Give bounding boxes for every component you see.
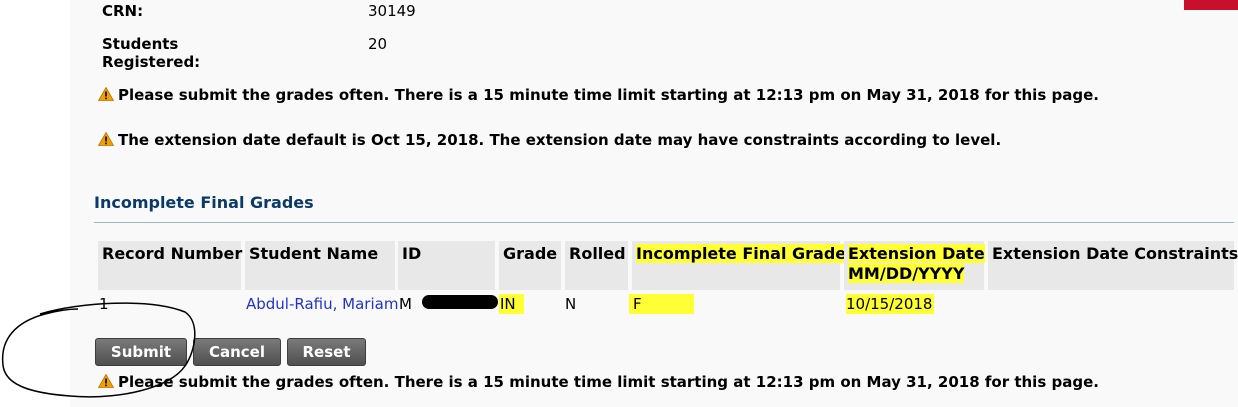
students-registered-value: 20 — [368, 35, 388, 53]
incomplete-final-grade-select[interactable]: F — [629, 294, 694, 314]
cell-id: M — [399, 295, 412, 313]
header-rolled: Rolled — [565, 241, 628, 290]
section-divider — [94, 222, 1234, 223]
cell-grade: IN — [499, 294, 524, 314]
hand-drawn-circle-annotation — [1, 302, 196, 398]
time-limit-notice-bottom: Please submit the grades often. There is… — [98, 373, 1099, 391]
students-registered-label: Students Registered: — [102, 35, 201, 71]
warning-icon — [98, 132, 114, 146]
header-grade: Grade — [499, 241, 561, 290]
extension-date-input[interactable]: 10/15/2018 — [846, 294, 935, 314]
header-id: ID — [398, 241, 495, 290]
id-redaction — [422, 295, 498, 309]
cell-rolled: N — [565, 295, 577, 313]
extension-default-text: The extension date default is Oct 15, 20… — [118, 131, 1002, 149]
extension-default-notice: The extension date default is Oct 15, 20… — [98, 131, 1001, 149]
time-limit-text-bottom: Please submit the grades often. There is… — [118, 373, 1099, 391]
crn-label: CRN: — [102, 2, 144, 20]
header-extension-date-format: MM/DD/YYYY — [848, 264, 965, 283]
warning-icon — [98, 87, 114, 101]
student-name-link[interactable]: Abdul-Rafiu, Mariam — [246, 294, 398, 314]
header-record-number: Record Number — [98, 241, 242, 290]
time-limit-notice: Please submit the grades often. There is… — [98, 86, 1099, 104]
time-limit-text: Please submit the grades often. There is… — [118, 86, 1099, 104]
header-extension-date: Extension Date MM/DD/YYYY — [844, 241, 985, 290]
header-incomplete-final-grade: Incomplete Final Grade — [632, 241, 847, 290]
reset-button[interactable]: Reset — [287, 338, 366, 366]
section-title: Incomplete Final Grades — [94, 193, 314, 212]
cancel-button[interactable]: Cancel — [193, 338, 281, 366]
corner-accent — [1184, 0, 1238, 10]
header-student-name: Student Name — [245, 241, 395, 290]
header-extension-constraints: Extension Date Constraints — [988, 241, 1238, 290]
crn-value: 30149 — [368, 2, 416, 20]
